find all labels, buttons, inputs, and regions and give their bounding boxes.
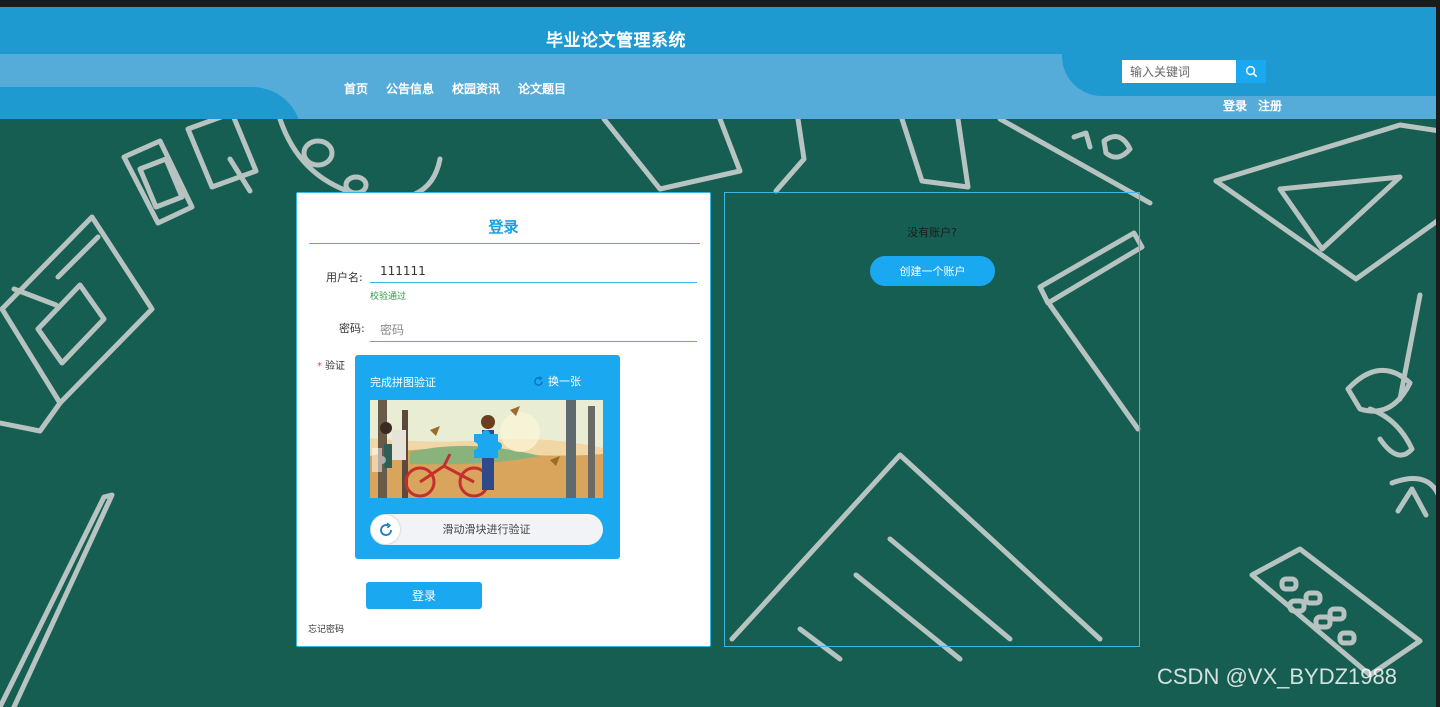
search-icon <box>1245 65 1257 78</box>
main-nav: 首页 公告信息 校园资讯 论文题目 <box>344 80 566 97</box>
slider-instruction: 滑动滑块进行验证 <box>442 523 531 536</box>
header-left-curve <box>0 87 302 119</box>
search-button[interactable] <box>1236 60 1266 83</box>
captcha-puzzle-image <box>370 400 603 498</box>
login-title: 登录 <box>488 218 519 236</box>
login-panel: 登录 用户名: 校验通过 密码: *验证 完成拼图验证 换一张 <box>296 192 711 647</box>
required-mark: * <box>317 361 322 372</box>
captcha-slider-track[interactable]: 滑动滑块进行验证 <box>370 514 603 545</box>
header-register-link[interactable]: 注册 <box>1258 97 1282 114</box>
nav-item-announcements[interactable]: 公告信息 <box>386 80 434 97</box>
register-panel: 没有账户? 创建一个账户 <box>724 192 1140 647</box>
username-input[interactable] <box>370 259 697 283</box>
puzzle-captcha: 完成拼图验证 换一张 滑动滑块进行验证 <box>355 355 620 559</box>
captcha-title: 完成拼图验证 <box>370 376 436 389</box>
watermark: CSDN @VX_BYDZ1988 <box>1157 664 1397 689</box>
validation-message: 校验通过 <box>370 292 407 302</box>
window-right-edge <box>1436 0 1440 707</box>
forgot-password-link[interactable]: 忘记密码 <box>308 622 344 635</box>
refresh-icon <box>534 375 543 386</box>
captcha-label: * 验证 <box>317 357 345 372</box>
site-title: 毕业论文管理系统 <box>546 31 686 51</box>
nav-item-campus-news[interactable]: 校园资讯 <box>452 80 500 97</box>
header-auth-links: 登录 注册 <box>1223 97 1282 114</box>
slider-refresh-icon <box>379 522 392 536</box>
header-login-link[interactable]: 登录 <box>1223 97 1247 114</box>
login-title-divider <box>309 243 700 244</box>
create-account-button[interactable]: 创建一个账户 <box>870 256 995 286</box>
login-submit-button[interactable]: 登录 <box>366 582 482 609</box>
header-search <box>1122 60 1266 83</box>
no-account-prompt: 没有账户? <box>907 226 957 239</box>
nav-item-home[interactable]: 首页 <box>344 80 368 97</box>
search-input[interactable] <box>1122 60 1236 83</box>
password-input[interactable] <box>370 318 697 342</box>
captcha-label-text: 验证 <box>325 361 345 372</box>
nav-item-thesis-topics[interactable]: 论文题目 <box>518 80 566 97</box>
slider-handle[interactable] <box>371 515 400 544</box>
chalkboard-doodle-background <box>0 119 1440 707</box>
window-top-edge <box>0 0 1440 7</box>
username-label: 用户名: <box>326 271 363 284</box>
captcha-refresh-label: 换一张 <box>548 375 581 388</box>
captcha-refresh-button[interactable]: 换一张 <box>533 373 581 389</box>
password-label: 密码: <box>339 322 365 335</box>
